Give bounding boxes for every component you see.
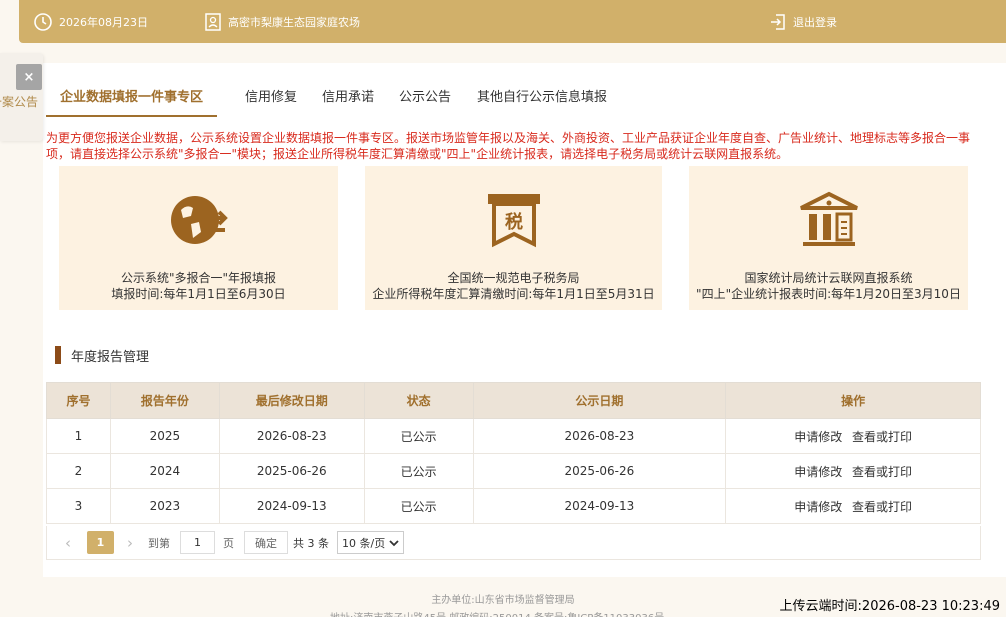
view-print-link[interactable]: 查看或打印: [852, 500, 912, 514]
upload-time: 上传云端时间:2026-08-23 10:23:49: [779, 599, 1000, 614]
view-print-link[interactable]: 查看或打印: [852, 465, 912, 479]
notice-label[interactable]: 备案公告: [0, 93, 38, 110]
published-date: 2025-06-26: [472, 453, 727, 489]
chevron-down-icon: [389, 539, 399, 546]
pagination: ‹ 1 › 到第 1 页 确定 共 3 条 10 条/页: [46, 526, 981, 560]
clock-icon: [34, 12, 52, 31]
section-title-text: 年度报告管理: [71, 349, 150, 365]
page-size-select[interactable]: 10 条/页: [337, 531, 405, 554]
modified-date: 2024-09-13: [218, 488, 365, 524]
total-count: 共 3 条: [293, 536, 329, 550]
column-header: 操作: [725, 382, 981, 419]
report-year: 2025: [109, 418, 220, 454]
card-subtitle: 填报时间:每年1月1日至6月30日: [111, 287, 286, 301]
apply-modify-link[interactable]: 申请修改: [794, 465, 842, 479]
tab-credit-repair[interactable]: 信用修复: [245, 87, 297, 117]
column-header: 最后修改日期: [218, 382, 365, 419]
column-header: 序号: [46, 382, 111, 419]
apply-modify-link[interactable]: 申请修改: [794, 500, 842, 514]
date-display: 2026年08月23日: [33, 0, 148, 43]
current-page[interactable]: 1: [87, 531, 114, 554]
page-unit: 页: [223, 536, 234, 550]
logout-button[interactable]: 退出登录: [769, 0, 837, 43]
logout-label: 退出登录: [793, 15, 837, 29]
logout-icon: [771, 13, 785, 30]
apply-modify-link[interactable]: 申请修改: [794, 430, 842, 444]
prev-page-button[interactable]: ‹: [65, 531, 71, 554]
tax-icon: 税: [487, 194, 540, 248]
table-row: 2 2024 2025-06-26 已公示 2025-06-26 申请修改 查看…: [46, 453, 981, 489]
status: 已公示: [363, 488, 474, 524]
row-number: 2: [46, 453, 111, 489]
footer-address: 地址:济南市燕子山路45号 邮政编码:250014 备案号:鲁ICP备11033…: [330, 609, 664, 617]
column-header: 公示日期: [472, 382, 727, 419]
modified-date: 2026-08-23: [218, 418, 365, 454]
column-header: 报告年份: [109, 382, 220, 419]
next-page-button[interactable]: ›: [127, 531, 133, 554]
card-subtitle: 企业所得税年度汇算清缴时间:每年1月1日至5月31日: [372, 287, 655, 301]
row-actions: 申请修改 查看或打印: [725, 453, 981, 489]
table-header-row: 序号 报告年份 最后修改日期 状态 公示日期 操作: [46, 382, 981, 419]
card-subtitle: "四上"企业统计报表时间:每年1月20日至3月10日: [696, 287, 961, 301]
row-actions: 申请修改 查看或打印: [725, 488, 981, 524]
table-row: 3 2023 2024-09-13 已公示 2024-09-13 申请修改 查看…: [46, 488, 981, 524]
report-year: 2023: [109, 488, 220, 524]
top-bar: 2026年08月23日 高密市梨康生态园家庭农场 退出登录: [19, 0, 1006, 43]
page-size-value: 10 条/页: [342, 536, 386, 550]
tab-announcements[interactable]: 公示公告: [399, 87, 451, 117]
card-annual-report[interactable]: 公示系统"多报合一"年报填报 填报时间:每年1月1日至6月30日: [59, 166, 338, 310]
card-title: 国家统计局统计云联网直报系统: [744, 271, 913, 285]
close-button[interactable]: ×: [16, 64, 42, 90]
page-input[interactable]: 1: [180, 531, 215, 554]
column-header: 状态: [363, 382, 474, 419]
section-title: 年度报告管理: [55, 346, 150, 365]
goto-label: 到第: [148, 536, 170, 550]
modified-date: 2025-06-26: [218, 453, 365, 489]
card-title: 公示系统"多报合一"年报填报: [120, 271, 277, 285]
main-panel: 企业数据填报一件事专区 信用修复 信用承诺 公示公告 其他自行公示信息填报 为更…: [43, 63, 1006, 577]
status: 已公示: [363, 418, 474, 454]
company-badge-icon: [205, 12, 221, 31]
tab-data-filing[interactable]: 企业数据填报一件事专区: [46, 87, 218, 117]
confirm-button[interactable]: 确定: [244, 531, 288, 554]
floating-notice: × 备案公告: [0, 53, 43, 141]
report-year: 2024: [109, 453, 220, 489]
published-date: 2026-08-23: [472, 418, 727, 454]
company-name: 高密市梨康生态园家庭农场: [228, 15, 360, 29]
card-statistics[interactable]: 国家统计局统计云联网直报系统 "四上"企业统计报表时间:每年1月20日至3月10…: [689, 166, 968, 310]
card-tax-bureau[interactable]: 税 全国统一规范电子税务局 企业所得税年度汇算清缴时间:每年1月1日至5月31日: [365, 166, 662, 310]
filing-notice: 为更方便您报送企业数据，公示系统设置企业数据填报一件事专区。报送市场监管年报以及…: [46, 131, 971, 161]
annual-report-table: 序号 报告年份 最后修改日期 状态 公示日期 操作 1 2025 2026-08…: [46, 382, 981, 524]
statistics-building-icon: [799, 191, 858, 246]
status: 已公示: [363, 453, 474, 489]
tab-credit-commitment[interactable]: 信用承诺: [322, 87, 374, 117]
view-print-link[interactable]: 查看或打印: [852, 430, 912, 444]
globe-report-icon: [170, 196, 228, 244]
section-marker: [55, 346, 61, 364]
current-date: 2026年08月23日: [59, 15, 148, 29]
tax-icon-text: 税: [505, 211, 523, 233]
row-number: 1: [46, 418, 111, 454]
tab-other-disclosure[interactable]: 其他自行公示信息填报: [477, 87, 607, 117]
published-date: 2024-09-13: [472, 488, 727, 524]
row-number: 3: [46, 488, 111, 524]
company-display: 高密市梨康生态园家庭农场: [204, 0, 360, 43]
row-actions: 申请修改 查看或打印: [725, 418, 981, 454]
table-row: 1 2025 2026-08-23 已公示 2026-08-23 申请修改 查看…: [46, 418, 981, 454]
card-title: 全国统一规范电子税务局: [447, 271, 580, 285]
